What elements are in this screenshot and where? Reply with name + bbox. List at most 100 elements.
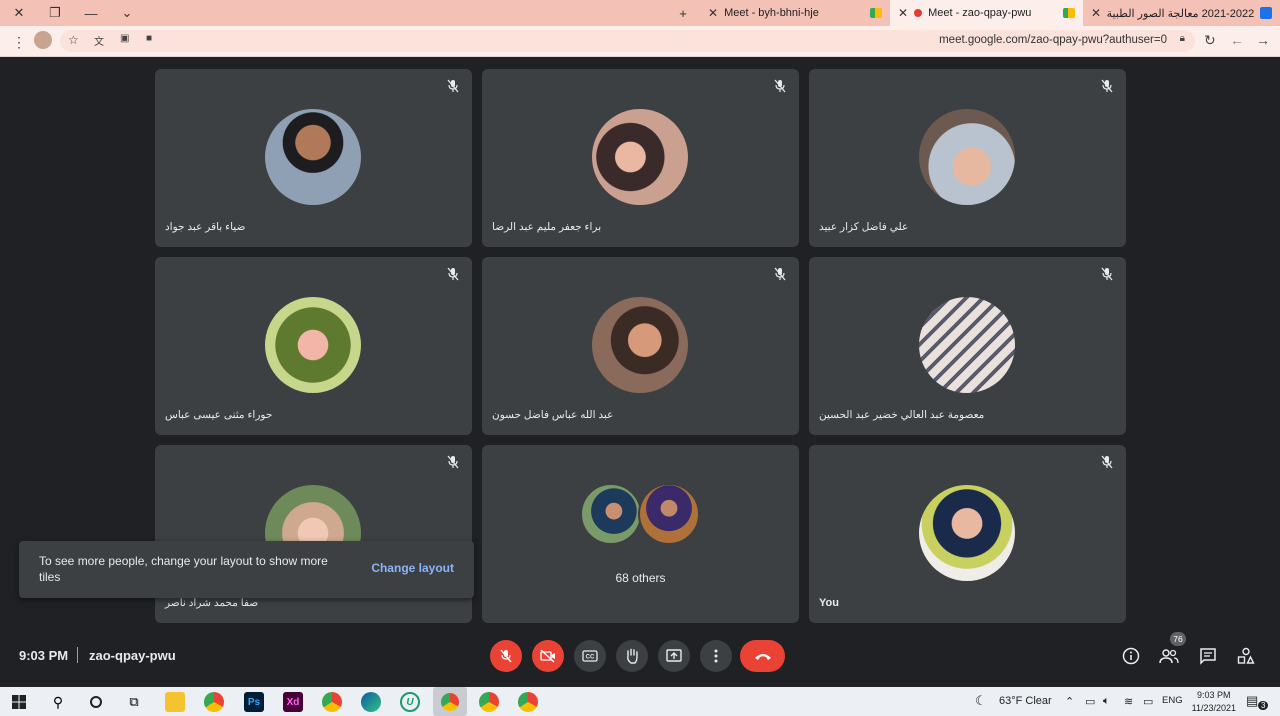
chevron-up-icon[interactable]: ⌃ [1065,695,1074,708]
self-name: You [819,597,839,609]
activities-shapes-icon [1237,647,1255,664]
mic-off-icon [774,79,786,93]
battery-icon[interactable]: ▭ [1143,695,1153,708]
meeting-info-button[interactable] [1121,646,1141,666]
task-view-icon[interactable]: ⧉ [124,692,144,712]
tab-search-icon[interactable]: ⌄ [108,0,146,26]
chrome-active-icon[interactable] [433,687,467,716]
self-tile[interactable]: You [809,445,1126,623]
edge-icon[interactable] [361,692,381,712]
participant-avatar [265,297,361,393]
reload-icon[interactable]: ↻ [1204,32,1216,49]
profile-avatar[interactable] [34,31,52,49]
participant-tile[interactable]: معصومة عبد العالي خضير عبد الحسين [809,257,1126,435]
divider [77,647,78,663]
participant-tile[interactable]: براء جعفر مليم عبد الرضا [482,69,799,247]
minimize-window-icon[interactable]: — [72,0,110,26]
camera-toggle-button[interactable] [532,640,564,672]
participant-tile[interactable]: ضياء باقر عبد جواد [155,69,472,247]
mic-off-icon [447,267,459,281]
url-text[interactable]: meet.google.com/zao-qpay-pwu?authuser=0 [939,34,1167,46]
search-icon[interactable]: ⚲ [48,692,68,712]
notification-count: 3 [1258,701,1269,710]
translate-icon[interactable]: 文 [94,33,104,48]
upwork-icon[interactable]: U [400,692,420,712]
camera-off-icon [540,649,555,663]
close-tab-icon[interactable]: ✕ [898,6,908,20]
back-icon[interactable]: → [1256,32,1270,48]
chrome-window-icon[interactable] [518,692,538,712]
chrome-profile-icon[interactable] [322,692,342,712]
language-indicator[interactable]: ENG [1162,695,1183,706]
activities-button[interactable] [1236,646,1256,666]
participant-tile[interactable]: عبد الله عباس فاضل حسون [482,257,799,435]
meet-favicon-icon [870,8,882,18]
new-tab-icon[interactable]: + [664,0,702,26]
lock-icon[interactable]: 🔒︎ [1180,33,1185,44]
tab-classroom[interactable]: ✕ 2021-2022 معالجة الصور الطبية [1083,0,1280,26]
svg-text:CC: CC [586,655,595,661]
windows-start-icon[interactable] [9,692,29,712]
leave-call-button[interactable] [740,640,785,672]
mic-off-icon [1101,79,1113,93]
chrome-window-icon[interactable] [479,692,499,712]
wifi-icon[interactable]: ≋ [1124,695,1133,708]
restore-window-icon[interactable]: ❐ [36,0,74,26]
close-window-icon[interactable]: ✕ [0,0,38,26]
change-layout-button[interactable]: Change layout [371,561,454,575]
people-icon [1159,649,1179,664]
moon-weather-icon: ☾ [975,693,987,708]
layout-toast: To see more people, change your layout t… [19,541,474,598]
present-button[interactable] [658,640,690,672]
system-clock[interactable]: 9:03 PM 11/23/2021 [1192,689,1236,715]
weather-text[interactable]: 63°F Clear [999,695,1052,707]
photoshop-icon[interactable]: Ps [244,692,264,712]
mic-off-icon [1101,267,1113,281]
meeting-stage: ضياء باقر عبد جواد براء جعفر مليم عبد ال… [0,57,1280,687]
tab-title: Meet - byh-bhni-hje [724,7,819,19]
participant-name: صفا محمد شراد ناصر [165,597,259,609]
forward-icon[interactable]: ← [1230,32,1244,48]
tab-meet-zao[interactable]: ✕ Meet - zao-qpay-pwu [890,0,1083,26]
mic-off-icon [447,455,459,469]
camera-indicator-icon[interactable]: ■ [146,33,152,44]
clock-time: 9:03 PM [1197,690,1231,700]
menu-dots-icon[interactable]: ⋮ [12,34,26,51]
cortana-icon[interactable] [86,692,106,712]
raise-hand-button[interactable] [616,640,648,672]
chrome-icon[interactable] [204,692,224,712]
close-tab-icon[interactable]: ✕ [1091,6,1101,20]
chat-button[interactable] [1198,646,1218,666]
meet-tray-icon[interactable]: ▭ [1085,695,1095,708]
tab-meet-byh[interactable]: ✕ Meet - byh-bhni-hje [700,0,890,26]
file-explorer-icon[interactable] [165,692,185,712]
chat-icon [1200,648,1216,665]
participant-avatar [592,297,688,393]
omnibox[interactable]: ☆ 文 ▣ ■ meet.google.com/zao-qpay-pwu?aut… [60,30,1195,52]
participant-name: معصومة عبد العالي خضير عبد الحسين [819,409,985,421]
more-options-button[interactable] [700,640,732,672]
others-tile[interactable]: 68 others [482,445,799,623]
meeting-time: 9:03 PM [19,648,69,663]
classroom-favicon-icon [1260,7,1272,19]
people-button[interactable] [1159,646,1179,666]
bookmark-star-icon[interactable]: ☆ [68,33,79,47]
participant-avatar [265,109,361,205]
mic-off-icon [774,267,786,281]
mic-toggle-button[interactable] [490,640,522,672]
notification-icon[interactable]: ▤ [1246,693,1258,709]
participant-avatar [919,297,1015,393]
mic-off-icon [500,649,512,663]
participant-avatar [919,109,1015,205]
participant-tile[interactable]: علي فاضل كزار عبيد [809,69,1126,247]
participant-tile[interactable]: حوراء مثنى عيسى عباس [155,257,472,435]
captions-button[interactable]: CC [574,640,606,672]
participant-count-badge: 76 [1170,632,1186,646]
hand-icon [627,648,638,664]
cast-icon[interactable]: ▣ [120,33,129,44]
more-vert-icon [714,649,718,663]
close-tab-icon[interactable]: ✕ [708,6,718,20]
volume-icon[interactable]: 🔈︎ [1103,695,1110,708]
adobe-xd-icon[interactable]: Xd [283,692,303,712]
mic-off-icon [1101,455,1113,469]
